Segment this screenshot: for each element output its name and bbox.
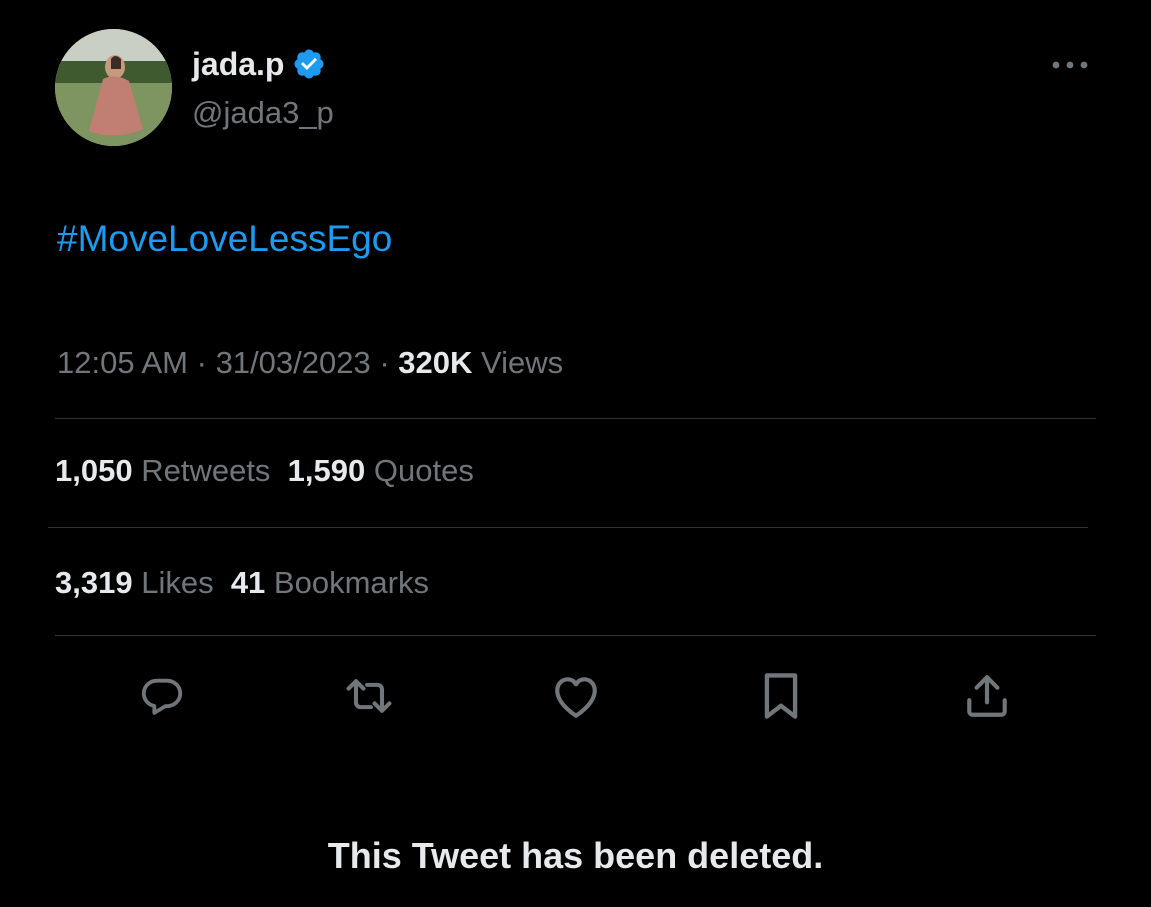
bookmark-icon <box>764 673 798 719</box>
bookmarks-label: Bookmarks <box>273 565 429 600</box>
tweet-deleted-message: This Tweet has been deleted. <box>327 835 824 876</box>
more-icon <box>1052 61 1088 69</box>
bookmark-button[interactable] <box>755 670 807 722</box>
divider <box>55 418 1096 419</box>
stats-row-engagement: 3,319 Likes 41 Bookmarks <box>55 562 429 604</box>
likes-stat[interactable]: 3,319 Likes <box>55 565 214 600</box>
share-icon <box>967 675 1007 717</box>
avatar[interactable] <box>55 29 172 146</box>
divider <box>48 527 1088 528</box>
more-options-button[interactable] <box>1048 52 1092 78</box>
tweet-date[interactable]: 31/03/2023 <box>216 345 371 380</box>
reply-button[interactable] <box>136 670 188 722</box>
avatar-photo <box>55 29 172 146</box>
views-count: 320K <box>398 345 473 380</box>
tweet-meta: 12:05 AM · 31/03/2023 · 320K Views <box>57 342 563 384</box>
quotes-stat[interactable]: 1,590 Quotes <box>288 453 474 488</box>
display-name-row[interactable]: jada.p <box>192 42 326 86</box>
bookmarks-stat[interactable]: 41 Bookmarks <box>231 565 429 600</box>
retweet-icon <box>346 679 392 713</box>
like-button[interactable] <box>550 670 602 722</box>
display-name[interactable]: jada.p <box>192 42 284 86</box>
tweet-hashtag-link[interactable]: #MoveLoveLessEgo <box>57 214 392 264</box>
reply-icon <box>141 678 183 715</box>
likes-count: 3,319 <box>55 565 133 600</box>
bookmarks-count: 41 <box>230 565 266 600</box>
divider <box>55 635 1096 636</box>
views-label: Views <box>481 345 564 380</box>
meta-separator: · <box>196 345 207 380</box>
user-handle[interactable]: @jada3_p <box>192 92 334 134</box>
quotes-label: Quotes <box>373 453 474 488</box>
likes-label: Likes <box>141 565 214 600</box>
retweets-stat[interactable]: 1,050 Retweets <box>55 453 270 488</box>
share-button[interactable] <box>961 670 1013 722</box>
stats-row-shares: 1,050 Retweets 1,590 Quotes <box>55 450 474 492</box>
retweet-button[interactable] <box>343 670 395 722</box>
tweet-time[interactable]: 12:05 AM <box>57 345 188 380</box>
verified-badge-icon <box>292 47 326 81</box>
retweets-count: 1,050 <box>55 453 133 488</box>
like-icon <box>555 677 597 718</box>
quotes-count: 1,590 <box>287 453 366 488</box>
meta-separator: · <box>379 345 390 380</box>
retweets-label: Retweets <box>141 453 271 488</box>
